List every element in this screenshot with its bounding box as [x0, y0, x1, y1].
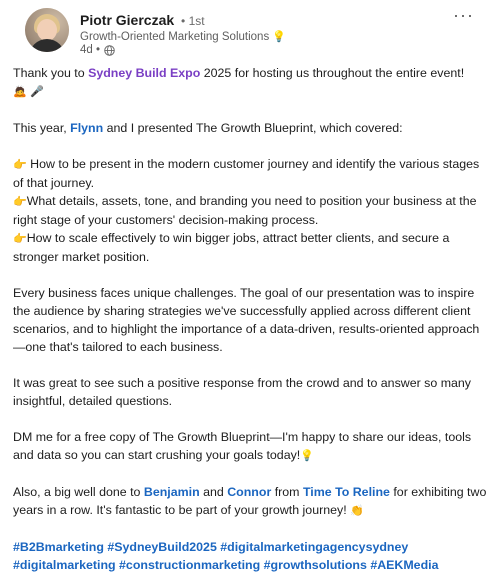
post-header: Piotr Gierczak • 1st Growth-Oriented Mar…	[12, 0, 488, 62]
bullet-item: 👉 How to be present in the modern custom…	[13, 157, 480, 190]
lightbulb-icon: 💡	[272, 30, 287, 43]
post-paragraph: DM me for a free copy of The Growth Blue…	[13, 430, 472, 462]
hashtags[interactable]: #B2Bmarketing #SydneyBuild2025 #digitalm…	[13, 538, 491, 574]
bow-mic-icon: 🙇 🎤	[13, 85, 44, 98]
pointing-hand-icon: 👉	[13, 195, 27, 208]
company-tag-time-to-reline[interactable]: Time To Reline	[303, 485, 390, 499]
author-name[interactable]: Piotr Gierczak	[80, 12, 174, 28]
mention-benjamin[interactable]: Benjamin	[144, 485, 200, 499]
bullet-item: 👉What details, assets, tone, and brandin…	[13, 194, 477, 227]
company-tag-sydney-build-expo[interactable]: Sydney Build Expo	[88, 66, 200, 80]
connection-degree: • 1st	[181, 14, 205, 28]
lightbulb-icon: 💡	[300, 449, 314, 462]
headline-text: Growth-Oriented Marketing Solutions	[80, 31, 270, 43]
avatar[interactable]	[25, 8, 69, 52]
post-paragraph: It was great to see such a positive resp…	[13, 376, 471, 408]
pointing-hand-icon: 👉	[13, 158, 27, 171]
pointing-hand-icon: 👉	[13, 232, 27, 245]
post-time: 4d •	[80, 44, 101, 56]
post-paragraph: Also, a big well done to Benjamin and Co…	[13, 485, 487, 517]
linkedin-post: Piotr Gierczak • 1st Growth-Oriented Mar…	[0, 0, 500, 580]
more-options-button[interactable]: ···	[453, 6, 474, 24]
post-body: Thank you to Sydney Build Expo 2025 for …	[13, 64, 491, 574]
bullet-item: 👉How to scale effectively to win bigger …	[13, 231, 450, 264]
clapping-hands-icon: 👏	[350, 504, 364, 517]
mention-flynn[interactable]: Flynn	[70, 121, 103, 135]
post-paragraph: Every business faces unique challenges. …	[13, 286, 480, 354]
globe-icon	[104, 44, 115, 56]
author-line: Piotr Gierczak • 1st	[80, 12, 205, 28]
post-line-presented: This year, Flynn and I presented The Gro…	[13, 121, 403, 135]
post-meta: 4d •	[80, 44, 115, 56]
author-headline: Growth-Oriented Marketing Solutions 💡	[80, 30, 286, 43]
post-line-thanks: Thank you to Sydney Build Expo 2025 for …	[13, 66, 465, 98]
mention-connor[interactable]: Connor	[227, 485, 271, 499]
